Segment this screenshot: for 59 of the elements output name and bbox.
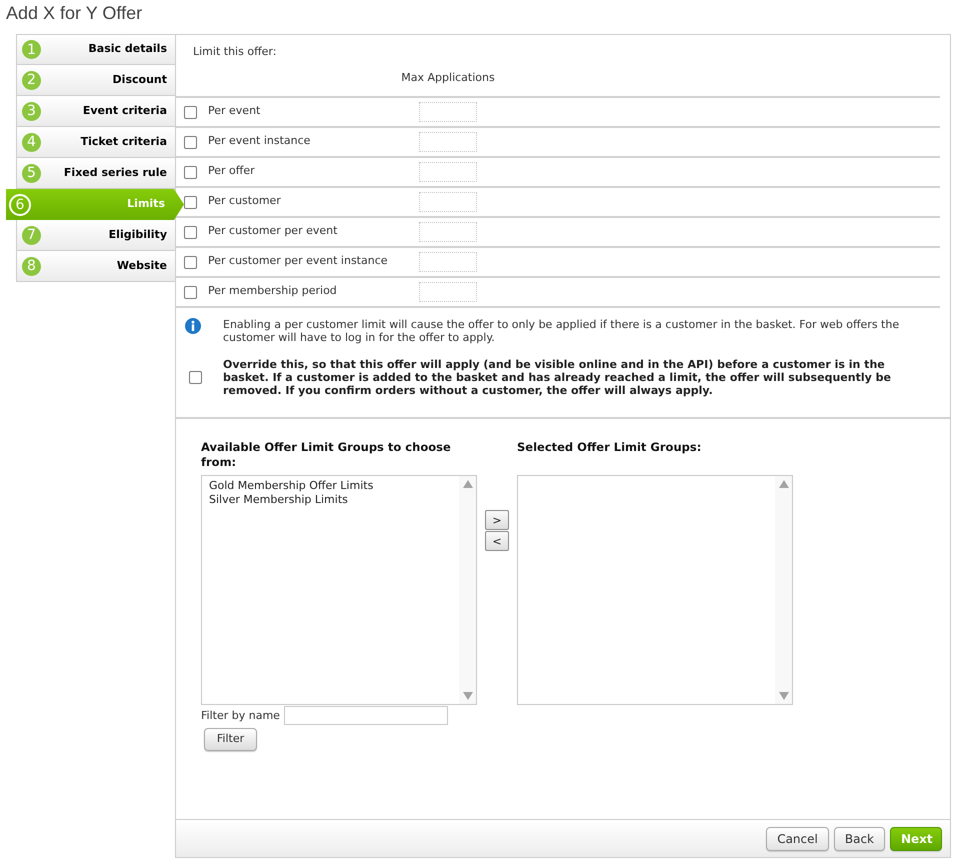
step-number: 6	[9, 194, 31, 216]
limit-label: Per customer per event	[208, 224, 338, 238]
list-option[interactable]: Gold Membership Offer Limits	[209, 479, 459, 493]
checkbox[interactable]	[184, 226, 197, 238]
move-button[interactable]: >	[485, 510, 509, 530]
override-text: Override this, so that this offer will apply (and be visible online and in the API) before a customer is in the basket. If a customer is added to the basket and has already reached a limit, the offer will subsequently be removed. If you confirm orders without a customer, the offer will always apply.	[223, 358, 892, 397]
checkbox[interactable]	[184, 106, 197, 118]
max-applications-field[interactable]	[419, 222, 477, 242]
footer-button[interactable]: Back	[834, 826, 885, 850]
max-applications-field[interactable]	[419, 192, 477, 212]
step-number: 1	[22, 40, 41, 59]
step-number: 2	[22, 70, 41, 90]
step-number: 4	[22, 132, 41, 152]
wizard-step[interactable]: 4 Ticket criteria	[16, 127, 175, 158]
limit-label: Per customer	[208, 194, 281, 208]
list-heading: Available Offer Limit Groups to choose from:	[201, 440, 452, 471]
checkbox[interactable]	[189, 371, 202, 384]
checkbox[interactable]	[184, 286, 197, 298]
checkbox[interactable]	[184, 166, 197, 178]
step-number: 3	[22, 102, 41, 120]
filter-button[interactable]: Filter	[204, 728, 257, 751]
move-button[interactable]: <	[485, 531, 509, 551]
scroll-up-icon[interactable]	[778, 480, 788, 488]
limit-label: Per customer per event instance	[208, 254, 388, 268]
max-applications-field[interactable]	[419, 282, 477, 302]
checkbox[interactable]	[184, 136, 197, 148]
checkbox[interactable]	[184, 256, 197, 268]
scroll-down-icon[interactable]	[778, 692, 788, 700]
wizard-step[interactable]: 8 Website	[16, 251, 175, 282]
available-groups-list[interactable]: Gold Membership Offer Limits Silver Membership Limits	[201, 475, 477, 705]
wizard-step[interactable]: 5 Fixed series rule	[16, 158, 175, 189]
step-number: 7	[22, 226, 41, 244]
list-option[interactable]: Silver Membership Limits	[209, 493, 459, 507]
step-number: 8	[22, 256, 41, 276]
info-icon	[185, 318, 201, 334]
wizard-step[interactable]: 7 Eligibility	[16, 220, 175, 251]
filter-label: Filter by name	[201, 708, 280, 722]
page-title: Add X for Y Offer	[6, 2, 142, 24]
scroll-down-icon[interactable]	[462, 692, 472, 700]
limit-label: Per event instance	[208, 134, 310, 148]
limit-label: Per event	[208, 104, 260, 118]
scroll-up-icon[interactable]	[462, 480, 472, 488]
section-heading: Limit this offer:	[193, 45, 278, 59]
max-applications-field[interactable]	[419, 132, 477, 152]
list-heading: Selected Offer Limit Groups:	[517, 440, 702, 456]
column-header: Max Applications	[401, 71, 495, 85]
limit-label: Per membership period	[208, 284, 337, 298]
max-applications-field[interactable]	[419, 102, 477, 122]
filter-field[interactable]	[284, 706, 448, 725]
checkbox[interactable]	[184, 196, 197, 208]
wizard-step[interactable]: 3 Event criteria	[16, 96, 175, 127]
max-applications-field[interactable]	[419, 162, 477, 182]
limit-label: Per offer	[208, 164, 255, 178]
notice-text: Enabling a per customer limit will cause the offer to only be applied if there is a customer in the basket. For web offers the customer will have to log in for the offer to apply.	[223, 318, 900, 344]
footer-button[interactable]: Cancel	[766, 826, 829, 850]
max-applications-field[interactable]	[419, 252, 477, 272]
step-number: 5	[22, 164, 41, 182]
wizard-step[interactable]: 1 Basic details	[16, 34, 175, 65]
wizard-step[interactable]: 2 Discount	[16, 65, 175, 96]
